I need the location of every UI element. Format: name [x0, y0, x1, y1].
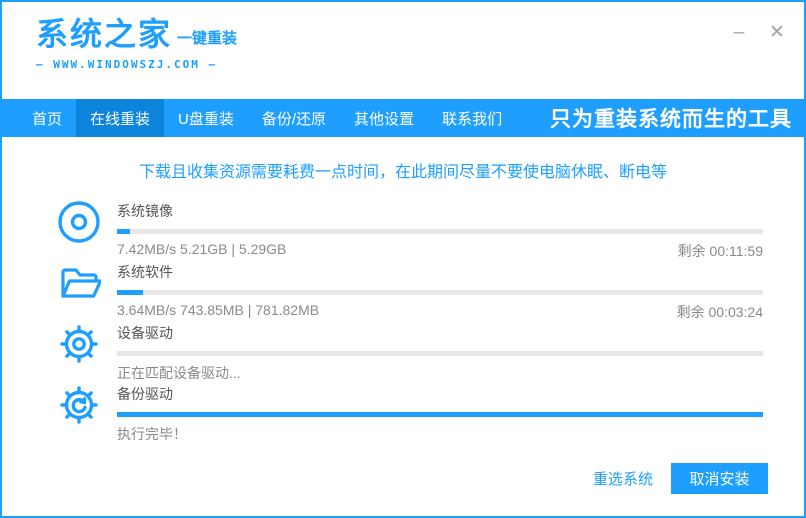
progress-bar — [117, 229, 763, 234]
footer-actions: 重选系统 取消安装 — [593, 463, 768, 494]
nav-item-contact-us[interactable]: 联系我们 — [428, 99, 516, 137]
download-notice: 下载且收集资源需要耗费一点时间，在此期间尽量不要使电脑休眠、断电等 — [138, 164, 667, 181]
progress-list: 系统镜像 7.42MB/s 5.21GB | 5.29GB 剩余 00:11:5… — [2, 198, 804, 442]
folder-icon — [61, 268, 101, 298]
disc-icon — [58, 201, 100, 243]
task-status: 3.64MB/s 743.85MB | 781.82MB — [117, 302, 320, 318]
task-row-backup-driver: 备份驱动 执行完毕！ — [2, 381, 804, 442]
titlebar: 系统之家 一键重装 — WWW.WINDOWSZJ.COM — – ✕ — [2, 2, 804, 99]
task-title: 备份驱动 — [117, 386, 173, 402]
gear-icon — [60, 325, 98, 363]
reselect-system-button[interactable]: 重选系统 — [593, 468, 653, 489]
progress-bar — [117, 290, 763, 295]
progress-fill — [117, 412, 763, 417]
task-remaining: 剩余 00:03:24 — [676, 304, 763, 320]
app-logo: 系统之家 一键重装 — WWW.WINDOWSZJ.COM — — [36, 18, 237, 71]
task-title: 设备驱动 — [117, 325, 173, 341]
nav-item-online-reinstall[interactable]: 在线重装 — [76, 99, 165, 137]
nav-item-home[interactable]: 首页 — [18, 99, 76, 137]
task-status: 正在匹配设备驱动... — [117, 365, 241, 381]
nav-item-usb-reinstall[interactable]: U盘重装 — [164, 99, 248, 137]
task-row-system-software: 系统软件 3.64MB/s 743.85MB | 781.82MB 剩余 00:… — [2, 259, 804, 320]
progress-bar — [117, 412, 763, 417]
progress-bar — [117, 351, 763, 356]
task-row-device-driver: 设备驱动 正在匹配设备驱动... — [2, 320, 804, 381]
cancel-install-button[interactable]: 取消安装 — [671, 463, 768, 494]
task-remaining: 剩余 00:11:59 — [677, 243, 763, 259]
minimize-icon[interactable]: – — [728, 22, 750, 44]
gear-sync-icon — [60, 386, 98, 424]
task-row-system-image: 系统镜像 7.42MB/s 5.21GB | 5.29GB 剩余 00:11:5… — [2, 198, 804, 259]
close-icon[interactable]: ✕ — [766, 22, 788, 44]
logo-text: 系统之家 — [36, 16, 173, 52]
nav-item-backup-restore[interactable]: 备份/还原 — [248, 99, 340, 137]
task-title: 系统软件 — [117, 264, 173, 280]
nav-item-other-settings[interactable]: 其他设置 — [340, 99, 428, 137]
progress-fill — [117, 229, 130, 234]
task-status: 7.42MB/s 5.21GB | 5.29GB — [117, 241, 287, 257]
progress-fill — [117, 290, 143, 295]
task-title: 系统镜像 — [117, 203, 173, 219]
main-nav: 首页 在线重装 U盘重装 备份/还原 其他设置 联系我们 只为重装系统而生的工具 — [2, 99, 804, 137]
window-controls: – ✕ — [728, 22, 788, 44]
website-url: — WWW.WINDOWSZJ.COM — — [36, 58, 218, 71]
logo-subtitle: 一键重装 — [177, 30, 238, 47]
task-status: 执行完毕！ — [117, 426, 187, 442]
nav-slogan: 只为重装系统而生的工具 — [550, 108, 792, 131]
